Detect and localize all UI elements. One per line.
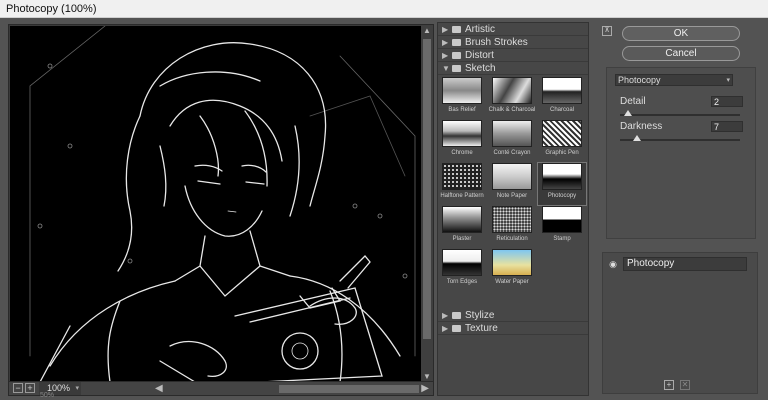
folder-icon (452, 51, 461, 59)
window-title-bar: Photocopy (100%) (0, 0, 768, 18)
filter-thumb-torn-edges[interactable]: Torn Edges (438, 249, 486, 291)
effect-layers-panel: ◉ Photocopy (602, 252, 758, 394)
filter-preview-image (542, 206, 582, 233)
collapse-gallery-icon[interactable]: ⊼ (602, 26, 612, 36)
folder-icon (452, 25, 461, 33)
folder-icon (452, 38, 461, 46)
expand-arrow-icon: ▶ (442, 25, 449, 34)
filter-preview-image (442, 77, 482, 104)
filter-preview-image (542, 77, 582, 104)
detail-slider-track[interactable] (620, 114, 740, 116)
filter-type-select[interactable]: Photocopy ▾ (615, 74, 733, 86)
filter-thumb-photocopy[interactable]: Photocopy (537, 162, 587, 206)
filter-preview-image (492, 163, 532, 190)
zoom-in-button[interactable]: + (25, 383, 35, 393)
category-artistic[interactable]: ▶ Artistic (438, 23, 588, 36)
filter-preview-image (492, 120, 532, 147)
darkness-slider-knob[interactable] (632, 135, 641, 141)
horizontal-scroll-thumb[interactable] (279, 385, 419, 393)
param-label: Detail (620, 96, 646, 107)
folder-icon (452, 324, 461, 332)
param-label: Darkness (620, 121, 663, 132)
sketch-filter-thumbnails: Bas Relief Chalk & Charcoal Charcoal Chr… (438, 77, 588, 307)
scroll-up-icon[interactable]: ▲ (421, 25, 433, 37)
category-distort[interactable]: ▶ Distort (438, 49, 588, 62)
expand-arrow-icon: ▶ (442, 38, 449, 47)
filter-preview-image (542, 120, 582, 147)
filter-preview-image (442, 120, 482, 147)
filter-thumb-chalk-charcoal[interactable]: Chalk & Charcoal (488, 77, 536, 119)
cancel-button[interactable]: Cancel (622, 46, 740, 61)
zoom-out-button[interactable]: − (13, 383, 23, 393)
layer-tools: + ✕ (664, 380, 704, 392)
photocopy-preview-image (29, 26, 416, 382)
filter-gallery-list: ▶ Artistic ▶ Brush Strokes ▶ Distort ▼ Sketc… (437, 22, 589, 396)
filter-thumb-reticulation[interactable]: Reticulation (488, 206, 536, 248)
expand-arrow-icon: ▶ (442, 324, 449, 333)
detail-slider-knob[interactable] (624, 110, 633, 116)
new-effect-layer-icon[interactable]: + (664, 380, 674, 390)
effect-layer-name: Photocopy (623, 257, 747, 271)
filter-gallery-dialog: ▲ ▼ − + 100% ▾ ◀ ▶ ▶ Artistic ▶ Brush Stro… (0, 18, 768, 400)
folder-icon (452, 311, 461, 319)
filter-thumb-chrome[interactable]: Chrome (438, 120, 486, 162)
filter-thumb-conte-crayon[interactable]: Conté Crayon (488, 120, 536, 162)
filter-thumb-stamp[interactable]: Stamp (538, 206, 586, 248)
filter-thumb-plaster[interactable]: Plaster (438, 206, 486, 248)
filter-type-value: Photocopy (618, 75, 661, 85)
chevron-down-icon: ▾ (726, 77, 730, 84)
preview-canvas[interactable] (10, 26, 422, 382)
category-texture[interactable]: ▶ Texture (438, 322, 588, 335)
expand-arrow-icon: ▶ (442, 311, 449, 320)
detail-input[interactable]: 2 (711, 96, 743, 107)
ok-button[interactable]: OK (622, 26, 740, 41)
darkness-input[interactable]: 7 (711, 121, 743, 132)
filter-thumb-water-paper[interactable]: Water Paper (488, 249, 536, 291)
filter-preview-image (442, 206, 482, 233)
filter-thumb-graphic-pen[interactable]: Graphic Pen (538, 120, 586, 162)
filter-options-panel: Photocopy ▾ Detail 2 Darkness 7 (606, 67, 756, 239)
vertical-scroll-thumb[interactable] (423, 39, 431, 339)
preview-horizontal-scrollbar[interactable]: ◀ ▶ (149, 383, 431, 395)
folder-open-icon (452, 64, 461, 72)
status-text: 50% (40, 392, 55, 399)
preview-panel: ▲ ▼ − + 100% ▾ ◀ ▶ (8, 24, 434, 396)
window-title: Photocopy (100%) (6, 3, 97, 15)
filter-preview-image (492, 206, 532, 233)
filter-thumb-charcoal[interactable]: Charcoal (538, 77, 586, 119)
eye-icon[interactable]: ◉ (607, 259, 619, 269)
effect-layer-row[interactable]: ◉ Photocopy (605, 257, 755, 271)
collapse-arrow-icon: ▼ (442, 64, 450, 73)
category-stylize[interactable]: ▶ Stylize (438, 309, 588, 322)
settings-panel: ⊼ OK Cancel Photocopy ▾ Detail 2 Darknes… (598, 22, 758, 396)
trash-icon[interactable]: ✕ (680, 380, 690, 390)
category-sketch[interactable]: ▼ Sketch (438, 62, 588, 75)
expand-arrow-icon: ▶ (442, 51, 449, 60)
filter-preview-image (442, 163, 482, 190)
filter-thumb-halftone-pattern[interactable]: Halftone Pattern (438, 163, 486, 205)
filter-preview-image (442, 249, 482, 276)
category-brush-strokes[interactable]: ▶ Brush Strokes (438, 36, 588, 49)
preview-vertical-scrollbar[interactable]: ▲ ▼ (421, 25, 433, 383)
filter-thumb-note-paper[interactable]: Note Paper (488, 163, 536, 205)
filter-preview-image (542, 163, 582, 190)
filter-preview-image (492, 77, 532, 104)
filter-thumb-bas-relief[interactable]: Bas Relief (438, 77, 486, 119)
filter-preview-image (492, 249, 532, 276)
scroll-right-icon[interactable]: ▶ (421, 383, 429, 395)
